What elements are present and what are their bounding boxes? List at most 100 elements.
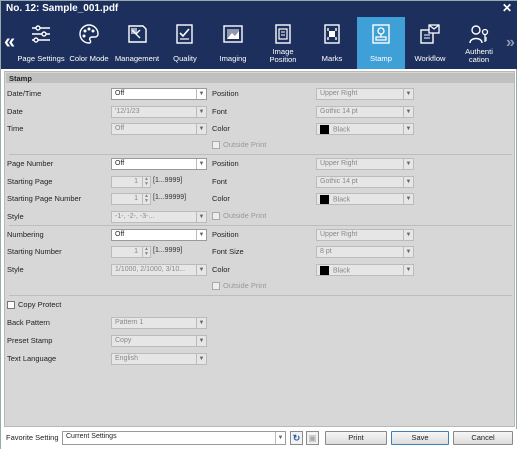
starting-number-label: Starting Number xyxy=(7,247,62,256)
time-select[interactable]: Off ▼ xyxy=(111,123,207,135)
datetime-label: Date/Time xyxy=(7,89,42,98)
chevron-down-icon: ▼ xyxy=(196,159,206,169)
copy-protect-checkbox[interactable]: Copy Protect xyxy=(7,300,61,310)
tab-marks[interactable]: Marks xyxy=(308,17,356,69)
datetime-color-select[interactable]: Black ▼ xyxy=(316,123,414,135)
starting-page-number-stepper[interactable]: 1 ▲ ▼ xyxy=(111,193,151,205)
text-language-select[interactable]: English ▼ xyxy=(111,353,207,365)
tab-page-settings[interactable]: Page Settings xyxy=(17,17,65,69)
starting-page-number-range: [1...99999] xyxy=(153,194,187,201)
tab-stamp[interactable]: Stamp xyxy=(357,17,405,69)
datetime-position-select[interactable]: Upper Right ▼ xyxy=(316,88,414,100)
page-number-select[interactable]: Off ▼ xyxy=(111,158,207,170)
image-position-icon xyxy=(275,24,291,44)
chevron-down-icon: ▼ xyxy=(403,107,413,117)
page-number-style-select[interactable]: -1-, -2-, -3-... ▼ xyxy=(111,211,207,223)
back-pattern-select[interactable]: Pattern 1 ▼ xyxy=(111,317,207,329)
scroll-right-icon[interactable]: » xyxy=(506,34,515,52)
page-number-color-select[interactable]: Black ▼ xyxy=(316,193,414,205)
date-value: '12/1/23 xyxy=(115,108,140,115)
cancel-button[interactable]: Cancel xyxy=(453,431,513,445)
text-language-value: English xyxy=(115,355,138,362)
numbering-position-label: Position xyxy=(212,230,239,239)
chevron-down-icon: ▼ xyxy=(196,354,206,364)
numbering-select[interactable]: Off ▼ xyxy=(111,229,207,241)
page-number-position-select[interactable]: Upper Right ▼ xyxy=(316,158,414,170)
time-value: Off xyxy=(115,125,125,132)
numbering-value: Off xyxy=(115,231,125,238)
datetime-font-select[interactable]: Gothic 14 pt ▼ xyxy=(316,106,414,118)
tab-label: Authenti cation xyxy=(451,48,507,64)
chevron-down-icon: ▼ xyxy=(403,247,413,257)
chevron-down-icon: ▼ xyxy=(403,124,413,134)
outside-print-label: Outside Print xyxy=(223,281,267,290)
chevron-down-icon: ▼ xyxy=(403,194,413,204)
save-favorite-icon[interactable]: ▣ xyxy=(306,431,319,445)
numbering-color-value: Black xyxy=(333,267,351,275)
save-button[interactable]: Save xyxy=(391,431,449,445)
tab-label: Marks xyxy=(321,54,343,63)
page-number-outside-print-checkbox[interactable]: Outside Print xyxy=(212,211,267,221)
datetime-value: Off xyxy=(115,90,125,97)
chevron-down-icon: ▼ xyxy=(196,265,206,275)
numbering-outside-print-checkbox[interactable]: Outside Print xyxy=(212,281,267,291)
datetime-position-label: Position xyxy=(212,89,239,98)
tab-quality[interactable]: Quality xyxy=(161,17,209,69)
starting-page-range: [1...9999] xyxy=(153,177,183,184)
page-number-font-select[interactable]: Gothic 14 pt ▼ xyxy=(316,176,414,188)
color-swatch xyxy=(320,266,329,275)
starting-number-stepper[interactable]: 1 ▲ ▼ xyxy=(111,246,151,258)
imaging-icon xyxy=(223,25,243,43)
tab-label: Imaging xyxy=(219,54,247,63)
font-size-value: 8 pt xyxy=(320,248,332,255)
print-button[interactable]: Print xyxy=(325,431,387,445)
numbering-position-select[interactable]: Upper Right ▼ xyxy=(316,229,414,241)
checkbox-box xyxy=(212,141,220,150)
tab-management[interactable]: Management xyxy=(113,17,161,69)
favorite-setting-label: Favorite Setting xyxy=(6,433,59,442)
page-number-font-label: Font xyxy=(212,177,228,186)
print-settings-window: No. 12: Sample_001.pdf ✕ « » Page Settin… xyxy=(0,0,517,449)
color-swatch xyxy=(320,125,329,134)
starting-page-label: Starting Page xyxy=(7,177,53,186)
datetime-select[interactable]: Off ▼ xyxy=(111,88,207,100)
favorite-setting-select[interactable]: Current Settings ▼ xyxy=(62,431,286,445)
page-number-font-value: Gothic 14 pt xyxy=(320,178,358,185)
tab-color-mode[interactable]: Color Mode xyxy=(65,17,113,69)
preset-stamp-select[interactable]: Copy ▼ xyxy=(111,335,207,347)
chevron-down-icon: ▼ xyxy=(196,107,206,117)
tab-label: Stamp xyxy=(370,54,392,63)
outside-print-label: Outside Print xyxy=(223,211,267,220)
preset-stamp-label: Preset Stamp xyxy=(7,336,53,345)
chevron-down-icon: ▼ xyxy=(403,265,413,275)
chevron-down-icon: ▼ xyxy=(196,230,206,240)
tab-workflow[interactable]: Workflow xyxy=(406,17,454,69)
tab-authentication[interactable]: Authenti cation xyxy=(455,17,503,69)
spinner-arrows-icon[interactable]: ▲ ▼ xyxy=(142,247,150,257)
spinner-arrows-icon[interactable]: ▲ ▼ xyxy=(142,177,150,187)
page-number-style-value: -1-, -2-, -3-... xyxy=(115,213,155,220)
settings-toolbar: « » Page Settings Color Mode Management … xyxy=(1,17,517,69)
scroll-left-icon[interactable]: « xyxy=(4,31,15,54)
spinner-arrows-icon[interactable]: ▲ ▼ xyxy=(142,194,150,204)
footer-bar: Favorite Setting Current Settings ▼ ↻ ▣ P… xyxy=(1,429,517,449)
window-title: No. 12: Sample_001.pdf xyxy=(6,3,119,14)
datetime-position-value: Upper Right xyxy=(320,90,358,97)
stamp-panel: Stamp Date/Time Off ▼ Position Upper Righ… xyxy=(4,71,515,427)
date-select[interactable]: '12/1/23 ▼ xyxy=(111,106,207,118)
datetime-outside-print-checkbox[interactable]: Outside Print xyxy=(212,140,266,150)
workflow-icon xyxy=(420,24,440,44)
stamp-icon xyxy=(372,24,390,44)
starting-number-value: 1 xyxy=(134,248,138,255)
font-size-select[interactable]: 8 pt ▼ xyxy=(316,246,414,258)
numbering-color-select[interactable]: Black ▼ xyxy=(316,264,414,276)
starting-page-stepper[interactable]: 1 ▲ ▼ xyxy=(111,176,151,188)
datetime-font-value: Gothic 14 pt xyxy=(320,108,358,115)
chevron-down-icon: ▼ xyxy=(196,318,206,328)
tab-image-position[interactable]: Image Position xyxy=(259,17,307,69)
close-icon[interactable]: ✕ xyxy=(502,1,512,15)
tab-imaging[interactable]: Imaging xyxy=(209,17,257,69)
numbering-style-select[interactable]: 1/1000, 2/1000, 3/10... ▼ xyxy=(111,264,207,276)
refresh-icon[interactable]: ↻ xyxy=(290,431,303,445)
page-number-color-value: Black xyxy=(333,196,351,204)
